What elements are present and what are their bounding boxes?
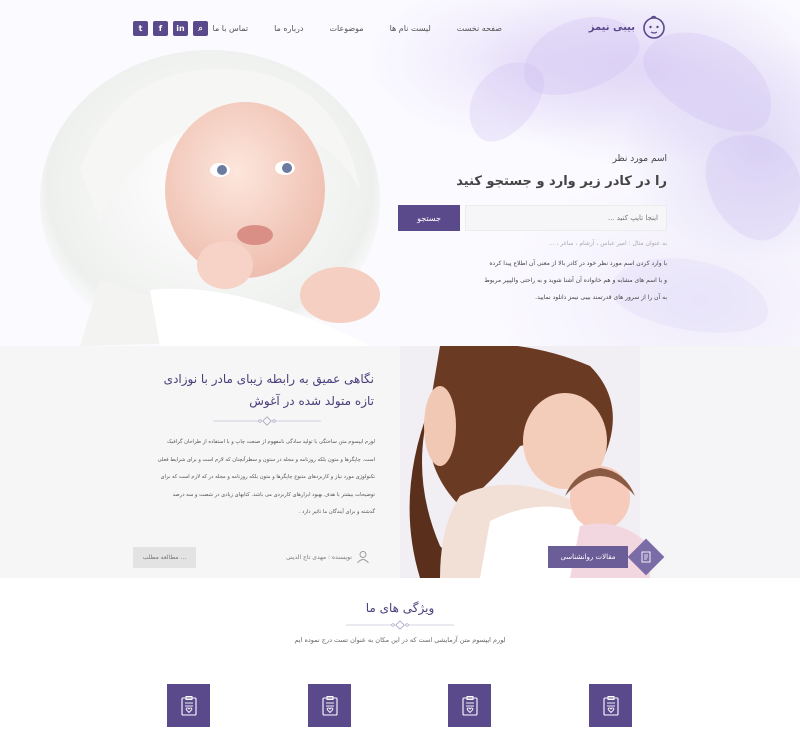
article-excerpt-line: توضیحات بیشتر با هدف بهبود ابزارهای کارب… bbox=[172, 491, 375, 498]
article-excerpt-line: گذشته و برای آیندگان ما تاثیر دارد . bbox=[298, 509, 375, 515]
document-icon bbox=[641, 551, 651, 563]
name-search-form: جستجو bbox=[398, 205, 667, 231]
clipboard-heart-icon bbox=[180, 695, 197, 716]
read-more-button[interactable]: مطالعه مطلب ... bbox=[133, 547, 196, 568]
hero-description-line: به آن را از سرور های قدرتمند بیبی نیمز د… bbox=[535, 294, 667, 301]
feature-card-icon[interactable] bbox=[167, 684, 210, 727]
clipboard-heart-icon bbox=[321, 695, 338, 716]
article-excerpt-line: لورم ایپسوم متن ساختگی با تولید سادگی نا… bbox=[166, 439, 375, 445]
nav-item-about[interactable]: درباره ما bbox=[274, 24, 303, 33]
article-title[interactable]: نگاهی عمیق به رابطه زیبای مادر با نوزادی… bbox=[114, 368, 374, 412]
article-excerpt: لورم ایپسوم متن ساختگی با تولید سادگی نا… bbox=[125, 434, 375, 522]
feature-card-icon[interactable] bbox=[448, 684, 491, 727]
clipboard-heart-icon bbox=[602, 695, 619, 716]
search-icon[interactable]: ⌕ bbox=[193, 21, 208, 36]
author-name: نویسنده : مهدی تاج الدینی bbox=[286, 553, 352, 561]
hero-subtitle: اسم مورد نظر bbox=[612, 154, 667, 164]
ornament-divider bbox=[213, 416, 321, 426]
article-author: نویسنده : مهدی تاج الدینی bbox=[286, 550, 370, 564]
facebook-icon[interactable]: f bbox=[153, 21, 168, 36]
main-nav: صفحه نخست لیست نام ها موضوعات درباره ما … bbox=[213, 24, 502, 33]
features-subtitle: لورم ایپسوم متن آزمایشی است که در این مک… bbox=[294, 636, 506, 644]
clipboard-heart-icon bbox=[461, 695, 478, 716]
article-title-line: تازه متولد شده در آغوش bbox=[249, 394, 374, 408]
search-hint: به عنوان مثال : امیر عباس ، آرشام ، ساغر… bbox=[548, 240, 667, 247]
nav-item-topics[interactable]: موضوعات bbox=[329, 24, 363, 33]
floral-decoration bbox=[688, 114, 800, 256]
article-excerpt-line: تکنولوژی مورد نیاز و کاربردهای متنوع چاپ… bbox=[160, 474, 376, 480]
article-excerpt-line: است. چاپگرها و متون بلکه روزنامه و مجله … bbox=[157, 456, 375, 463]
nav-item-contact[interactable]: تماس با ما bbox=[213, 24, 249, 33]
article-title-line: نگاهی عمیق به رابطه زیبای مادر با نوزادی bbox=[163, 372, 374, 386]
baby-face-icon bbox=[643, 15, 665, 39]
nav-item-name-list[interactable]: لیست نام ها bbox=[390, 24, 431, 33]
logo-text: بیبی نیمز bbox=[588, 21, 635, 33]
ornament-divider bbox=[346, 620, 454, 630]
baby-photo bbox=[40, 50, 380, 346]
social-links: t f in ⌕ bbox=[133, 21, 208, 36]
feature-card-icon[interactable] bbox=[308, 684, 351, 727]
hero-description-line: با وارد کردن اسم مورد نظر خود در کادر با… bbox=[489, 260, 667, 267]
site-logo[interactable]: بیبی نیمز bbox=[589, 14, 667, 40]
twitter-icon[interactable]: t bbox=[133, 21, 148, 36]
hero-heading: اسم مورد نظر را در کادر زیر وارد و جستجو… bbox=[397, 150, 667, 189]
nav-item-home[interactable]: صفحه نخست bbox=[457, 24, 502, 33]
hero-description: با وارد کردن اسم مورد نظر خود در کادر با… bbox=[397, 255, 667, 306]
hero-title: را در کادر زیر وارد و جستجو کنید bbox=[456, 174, 667, 189]
mother-baby-photo bbox=[400, 346, 800, 578]
name-search-input[interactable] bbox=[465, 205, 667, 231]
search-button[interactable]: جستجو bbox=[398, 205, 460, 231]
hero-section: t f in ⌕ صفحه نخست لیست نام ها موضوعات د… bbox=[0, 0, 800, 346]
feature-card-icon[interactable] bbox=[589, 684, 632, 727]
hero-description-line: و با اسم های مشابه و هم خانواده آن آشنا … bbox=[484, 277, 667, 284]
article-photo[interactable] bbox=[400, 346, 800, 578]
linkedin-icon[interactable]: in bbox=[173, 21, 188, 36]
category-badge[interactable]: مقالات روانشناسی bbox=[548, 546, 628, 568]
featured-article: نگاهی عمیق به رابطه زیبای مادر با نوزادی… bbox=[0, 346, 800, 578]
user-icon bbox=[357, 551, 369, 564]
site-header: t f in ⌕ صفحه نخست لیست نام ها موضوعات د… bbox=[0, 0, 800, 58]
features-title: ویژگی های ما bbox=[365, 601, 435, 615]
